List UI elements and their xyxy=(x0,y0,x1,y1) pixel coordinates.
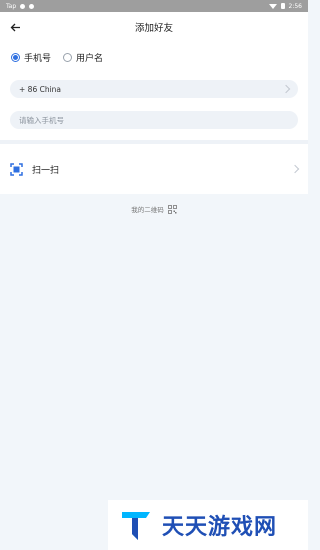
wifi-icon xyxy=(268,3,277,9)
search-type-selector: 手机号 用户名 xyxy=(0,42,308,72)
chevron-right-icon xyxy=(290,164,300,174)
notification-icon xyxy=(20,3,26,9)
radio-label-username: 用户名 xyxy=(76,53,104,64)
scan-row[interactable]: 扫一扫 xyxy=(0,144,308,194)
scan-icon xyxy=(10,162,23,176)
radio-label-phone: 手机号 xyxy=(24,53,52,64)
watermark-logo-icon xyxy=(122,512,150,540)
status-left: Tap xyxy=(6,2,35,10)
radio-option-phone[interactable]: 手机号 xyxy=(11,51,51,64)
sync-icon xyxy=(29,3,35,9)
phone-field[interactable] xyxy=(10,111,298,129)
chevron-right-icon xyxy=(281,84,291,94)
status-right: 2:56 xyxy=(268,2,302,10)
back-button[interactable] xyxy=(6,18,24,36)
status-time: 2:56 xyxy=(288,2,302,10)
radio-unchecked-icon xyxy=(63,52,73,62)
country-code-value: + 86 China xyxy=(19,84,62,94)
scan-left: 扫一扫 xyxy=(10,162,60,176)
qr-code-icon xyxy=(167,204,177,214)
country-code-selector[interactable]: + 86 China xyxy=(10,80,298,98)
page-title: 添加好友 xyxy=(134,23,173,34)
app-header: 添加好友 xyxy=(0,12,308,42)
phone-input[interactable] xyxy=(19,115,289,125)
status-bar: Tap 2:56 xyxy=(0,0,308,12)
qr-label: 我的二维码 xyxy=(131,206,164,214)
battery-icon xyxy=(280,3,285,9)
radio-option-username[interactable]: 用户名 xyxy=(63,51,103,64)
status-app-label: Tap xyxy=(6,2,17,10)
watermark-text: 天天游戏网 xyxy=(162,515,278,540)
scan-label: 扫一扫 xyxy=(32,165,60,176)
watermark: 天天游戏网 xyxy=(108,500,308,550)
my-qr-code-link[interactable]: 我的二维码 xyxy=(0,204,308,214)
form-section: 添加好友 手机号 用户名 + 86 China xyxy=(0,12,308,140)
radio-checked-icon xyxy=(11,52,20,62)
back-arrow-icon xyxy=(10,23,20,31)
